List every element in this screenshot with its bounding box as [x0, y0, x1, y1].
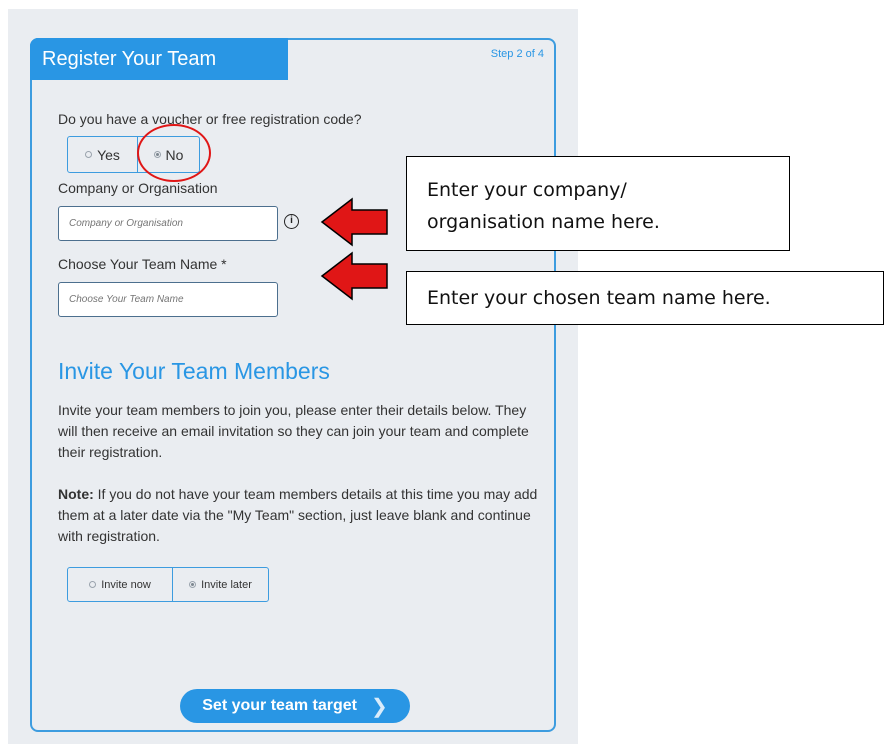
invite-intro: Invite your team members to join you, pl…	[58, 402, 529, 460]
voucher-yes-option[interactable]: Yes	[68, 137, 137, 172]
invite-toggle: Invite now Invite later	[67, 567, 269, 602]
team-name-label: Choose Your Team Name *	[58, 256, 227, 272]
note-label: Note:	[58, 486, 94, 502]
card-title: Register Your Team	[30, 38, 288, 80]
step-indicator: Step 2 of 4	[490, 48, 544, 60]
set-team-target-button[interactable]: Set your team target ❯	[180, 689, 410, 723]
team-callout: Enter your chosen team name here.	[406, 271, 884, 325]
company-callout-line1: Enter your company/	[427, 179, 627, 201]
arrow-left-icon	[320, 197, 388, 247]
info-circle-icon[interactable]: i	[284, 214, 299, 229]
invite-later-label: Invite later	[201, 578, 252, 591]
radio-icon	[85, 151, 93, 158]
chevron-right-icon: ❯	[370, 695, 388, 718]
radio-icon	[89, 581, 97, 588]
team-name-input[interactable]	[58, 282, 278, 317]
set-team-target-label: Set your team target	[202, 697, 357, 714]
company-callout: Enter your company/ organisation name he…	[406, 156, 790, 251]
team-callout-text: Enter your chosen team name here.	[427, 287, 771, 309]
arrow-left-icon	[320, 251, 388, 301]
company-input[interactable]	[58, 206, 278, 241]
invite-heading: Invite Your Team Members	[58, 358, 330, 384]
radio-selected-icon	[189, 581, 197, 588]
invite-now-label: Invite now	[101, 578, 151, 591]
voucher-question: Do you have a voucher or free registrati…	[58, 111, 362, 127]
note-text: If you do not have your team members det…	[58, 486, 538, 544]
company-callout-line2: organisation name here.	[427, 211, 660, 233]
company-label: Company or Organisation	[58, 180, 218, 196]
voucher-yes-label: Yes	[97, 146, 120, 163]
invite-later-option[interactable]: Invite later	[172, 568, 268, 601]
highlight-circle	[137, 124, 211, 182]
invite-now-option[interactable]: Invite now	[68, 568, 172, 601]
invite-note: Note: If you do not have your team membe…	[58, 484, 538, 547]
